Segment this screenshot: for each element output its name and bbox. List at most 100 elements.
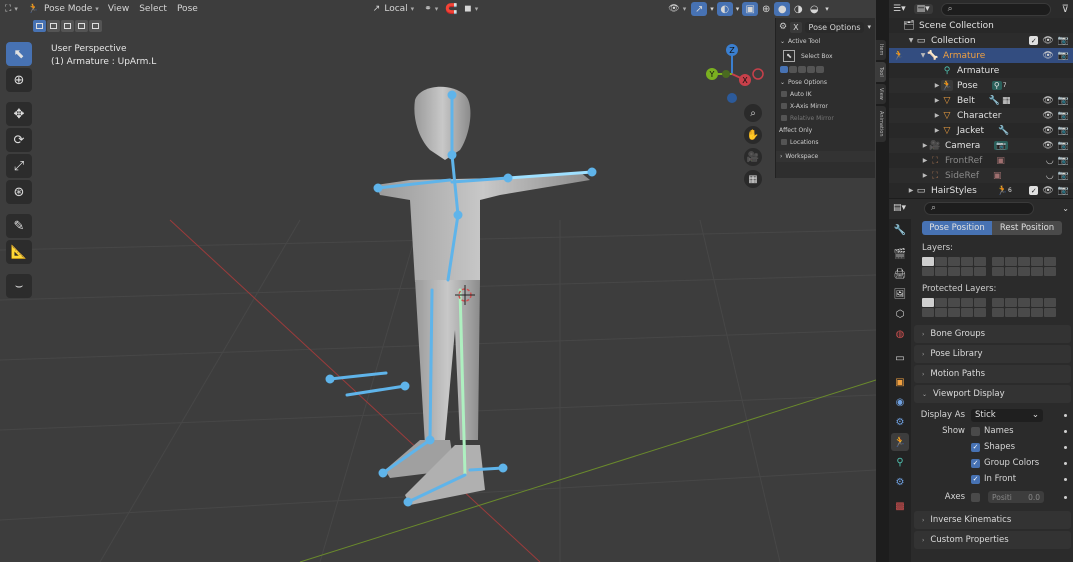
tab-output[interactable]: 🖨 [891,265,909,283]
exclude-checkbox[interactable]: ✓ [1029,36,1039,45]
menu-view[interactable]: View [103,1,134,17]
axes-position-field[interactable]: Positi 0.0 [988,491,1044,503]
camera-icon[interactable]: 📷 [1058,156,1069,166]
tab-tool[interactable]: 🔧 [891,221,909,239]
pan-button[interactable]: ✋ [744,126,762,144]
tab-item[interactable]: Item [876,40,886,60]
filter-icon[interactable]: ⊽ [1062,4,1069,15]
properties-search-input[interactable]: ⌕ [924,201,1035,215]
tab-bone-constraints[interactable]: ⚙ [891,473,909,491]
pose-position-button[interactable]: Pose Position [922,221,992,235]
outliner-row-collection[interactable]: ▼ ▭ Collection ✓ 👁 📷 [889,33,1073,48]
np-mode-subtract[interactable] [798,66,806,73]
tool-select-box[interactable]: ⬉ [6,42,32,66]
eye-icon[interactable]: 👁 [1042,126,1053,136]
keyframe-dot-icon[interactable] [1064,445,1067,449]
tab-animation[interactable]: Animation [876,106,886,142]
outliner-row-character[interactable]: ▶ ▽ Character 👁 📷 [889,108,1073,123]
protected-layers-grid[interactable] [922,298,1071,317]
eye-closed-icon[interactable]: ◡ [1046,156,1054,166]
menu-select[interactable]: Select [134,1,172,17]
eye-icon[interactable]: 👁 [1042,36,1053,46]
outliner-row-hairstyles[interactable]: ▶ ▭ HairStyles 🏃 6 ✓ 👁 📷 [889,183,1073,198]
tab-armature-data[interactable]: 🏃 [891,433,909,451]
rest-position-button[interactable]: Rest Position [992,221,1062,235]
overlays-toggle[interactable]: ◐ [716,2,733,16]
transform-orientation-selector[interactable]: ↗ Local ▾ [368,1,419,17]
camera-icon[interactable]: 📷 [1058,186,1069,196]
outliner-search-input[interactable]: ⌕ [940,2,1051,16]
tab-bone[interactable]: ⚲ [891,453,909,471]
pose-options-section[interactable]: ⌄ Pose Options [776,77,875,88]
armature-bones[interactable] [325,90,597,507]
active-tool-section[interactable]: ⌄ Active Tool [776,36,875,47]
keyframe-dot-icon[interactable] [1064,413,1067,417]
outliner-row-sideref[interactable]: ▶ ⛶ SideRef ▣ ◡ 📷 [889,168,1073,183]
mode-selector[interactable]: 🏃 Pose Mode ▾ [23,1,103,17]
chevron-down-icon[interactable]: ⌄ [1062,204,1069,213]
shading-wireframe[interactable]: ⊕ [758,2,774,16]
editor-type-icon[interactable]: ▤▾ [893,203,906,213]
relative-mirror-checkbox[interactable]: Relative Mirror [776,112,875,124]
custom-properties-panel[interactable]: › Custom Properties [914,531,1071,549]
menu-pose[interactable]: Pose [172,1,203,17]
keyframe-dot-icon[interactable] [1064,461,1067,465]
tool-scale[interactable]: ⤢ [6,154,32,178]
eye-icon[interactable]: 👁 [1042,111,1053,121]
outliner-row-armature-data[interactable]: ⚲ Armature [889,63,1073,78]
outliner-row-armature[interactable]: 🏃 ▼ 🦴 Armature 👁 📷 [889,48,1073,63]
camera-icon[interactable]: 📷 [1058,51,1069,61]
tab-world[interactable]: ◍ [891,325,909,343]
camera-icon[interactable]: 📷 [1058,126,1069,136]
group-colors-checkbox[interactable]: ✓ [971,458,980,468]
chevron-right-icon[interactable]: ▶ [907,187,915,194]
chevron-right-icon[interactable]: ▶ [921,172,929,179]
locations-checkbox[interactable]: Locations [776,136,875,148]
eye-icon[interactable]: 👁 [1042,141,1053,151]
editor-type-icon[interactable]: ☰▾ [893,4,906,14]
outliner-row-frontref[interactable]: ▶ ⛶ FrontRef ▣ ◡ 📷 [889,153,1073,168]
outliner-row-scene-collection[interactable]: 🗂 Scene Collection [889,18,1073,33]
select-mode-new[interactable] [33,20,46,32]
layers-grid[interactable] [922,257,1071,276]
chevron-right-icon[interactable]: ▶ [933,82,941,89]
motion-paths-panel[interactable]: › Motion Paths [914,365,1071,383]
tab-constraints[interactable]: ⚙ [891,413,909,431]
pivot-point-menu[interactable]: ⚭ ▾ [419,1,443,17]
np-mode-new[interactable] [780,66,788,73]
keyframe-dot-icon[interactable] [1064,477,1067,481]
shapes-checkbox[interactable]: ✓ [971,442,980,452]
navigation-gizmo[interactable]: Z Y X [700,40,764,104]
shading-solid[interactable]: ● [774,2,791,16]
visibility-menu[interactable]: 👁 ▾ [663,1,691,17]
tab-render[interactable]: 🎬 [891,245,909,263]
names-checkbox[interactable] [971,426,980,436]
chevron-down-icon[interactable]: ▾ [736,5,740,13]
shading-material[interactable]: ◑ [790,2,806,16]
eye-icon[interactable]: 👁 [1042,186,1053,196]
snap-target-menu[interactable]: ◼ ▾ [459,1,483,17]
pose-options-tab-title[interactable]: Pose Options [804,21,865,33]
display-mode-icon[interactable]: ▤▾ [913,4,933,14]
protected-block-left[interactable] [922,298,986,317]
chevron-right-icon[interactable]: ▶ [921,142,929,149]
outliner-row-jacket[interactable]: ▶ ▽ Jacket 🔧 👁 📷 [889,123,1073,138]
select-mode-intersect[interactable] [89,20,102,32]
tab-tool[interactable]: Tool [876,62,886,82]
keyframe-dot-icon[interactable] [1064,429,1067,433]
tool-transform[interactable]: ⊛ [6,180,32,204]
auto-ik-checkbox[interactable]: Auto IK [776,88,875,100]
xray-toggle[interactable]: ▣ [742,2,759,16]
active-tool-row[interactable]: ⬉ Select Box [776,47,875,65]
camera-icon[interactable]: 📷 [1058,141,1069,151]
chevron-right-icon[interactable]: ▶ [933,127,941,134]
outliner-row-belt[interactable]: ▶ ▽ Belt 🔧 ▦ 👁 📷 [889,93,1073,108]
shading-rendered[interactable]: ◒ [806,2,822,16]
tool-rotate[interactable]: ⟳ [6,128,32,152]
ortho-toggle-button[interactable]: ▦ [744,170,762,188]
np-mode-invert[interactable] [807,66,815,73]
inverse-kinematics-panel[interactable]: › Inverse Kinematics [914,511,1071,529]
tool-cursor[interactable]: ⊕ [6,68,32,92]
np-mode-extend[interactable] [789,66,797,73]
outliner-row-pose[interactable]: ▶ 🏃 Pose ⚲ 7 [889,78,1073,93]
